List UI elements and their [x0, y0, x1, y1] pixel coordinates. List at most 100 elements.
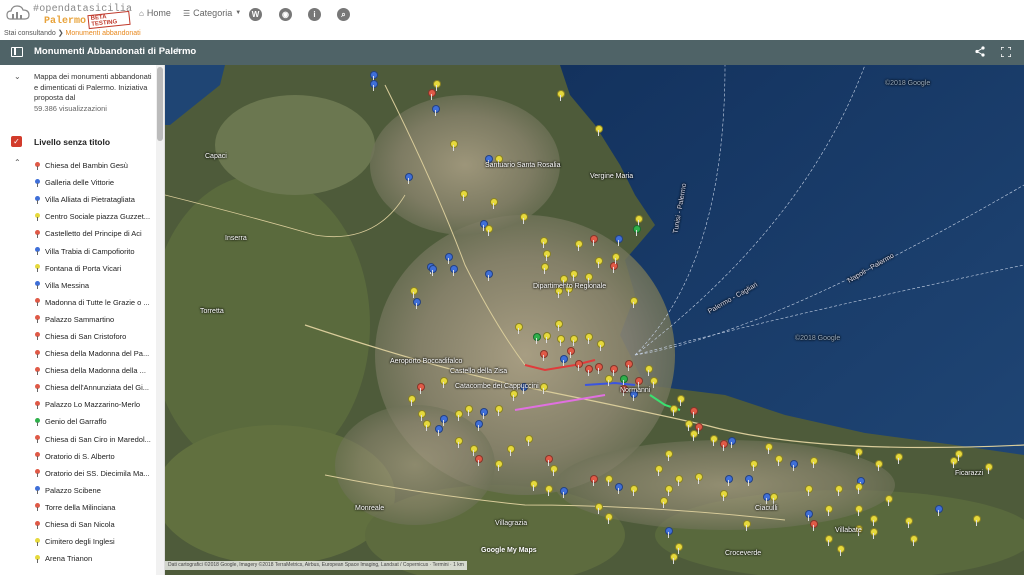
map-marker[interactable]	[485, 270, 493, 281]
map-marker[interactable]	[408, 395, 416, 406]
map-marker[interactable]	[695, 423, 703, 434]
map-marker[interactable]	[685, 420, 693, 431]
map-marker[interactable]	[545, 485, 553, 496]
map-marker[interactable]	[590, 235, 598, 246]
map-marker[interactable]	[445, 253, 453, 264]
legend-list-item[interactable]: Palazzo Sammartino	[35, 311, 155, 328]
map-marker[interactable]	[557, 90, 565, 101]
collapse-description-icon[interactable]: ⌄	[14, 72, 21, 81]
map-marker[interactable]	[595, 503, 603, 514]
map-marker[interactable]	[555, 320, 563, 331]
map-marker[interactable]	[465, 405, 473, 416]
map-marker[interactable]	[870, 515, 878, 526]
nav-categoria[interactable]: ☰ Categoria ▼	[183, 8, 241, 18]
map-marker[interactable]	[743, 520, 751, 531]
map-marker[interactable]	[720, 490, 728, 501]
map-marker[interactable]	[728, 437, 736, 448]
map-marker[interactable]	[835, 485, 843, 496]
map-marker[interactable]	[485, 225, 493, 236]
map-marker[interactable]	[665, 527, 673, 538]
site-logo[interactable]: #opendatasicilia Palermo Hub BETA TESTIN…	[6, 3, 132, 30]
map-marker[interactable]	[710, 435, 718, 446]
map-marker[interactable]	[605, 375, 613, 386]
map-marker[interactable]	[560, 487, 568, 498]
map-marker[interactable]	[650, 377, 658, 388]
wordpress-icon[interactable]: W	[249, 8, 262, 21]
map-marker[interactable]	[875, 460, 883, 471]
map-marker[interactable]	[575, 240, 583, 251]
map-marker[interactable]	[805, 485, 813, 496]
map-attribution[interactable]: Dati cartografici ©2018 Google, Imagery …	[165, 561, 467, 570]
map-marker[interactable]	[540, 237, 548, 248]
nav-home[interactable]: ⌂ Home	[139, 8, 171, 18]
fullscreen-icon[interactable]	[1001, 47, 1011, 57]
legend-list-item[interactable]: Madonna di Tutte le Grazie o ...	[35, 294, 155, 311]
map-marker[interactable]	[725, 475, 733, 486]
map-marker[interactable]	[675, 475, 683, 486]
legend-list-item[interactable]: Arena Trianon	[35, 550, 155, 567]
map-marker[interactable]	[885, 495, 893, 506]
map-marker[interactable]	[825, 535, 833, 546]
map-marker[interactable]	[570, 335, 578, 346]
legend-list-item[interactable]: Palazzo Scibene	[35, 482, 155, 499]
info-icon[interactable]: i	[308, 8, 321, 21]
map-marker[interactable]	[775, 455, 783, 466]
map-marker[interactable]	[475, 420, 483, 431]
map-marker[interactable]	[870, 528, 878, 539]
map-marker[interactable]	[450, 140, 458, 151]
map-marker[interactable]	[495, 460, 503, 471]
map-marker[interactable]	[670, 405, 678, 416]
legend-list-item[interactable]: Cimitero degli Inglesi	[35, 533, 155, 550]
map-marker[interactable]	[615, 483, 623, 494]
map-marker[interactable]	[670, 553, 678, 564]
legend-list-item[interactable]: Chiesa di San Cristoforo	[35, 328, 155, 345]
map-marker[interactable]	[655, 465, 663, 476]
map-marker[interactable]	[570, 270, 578, 281]
map-marker[interactable]	[515, 323, 523, 334]
map-marker[interactable]	[533, 333, 541, 344]
legend-list-item[interactable]: Palazzo Lo Mazzarino-Merlo	[35, 396, 155, 413]
legend-list-item[interactable]: Chiesa dell'Annunziata del Gi...	[35, 379, 155, 396]
legend-list-item[interactable]: Chiesa della Madonna del Pa...	[35, 345, 155, 362]
map-marker[interactable]	[695, 473, 703, 484]
map-marker[interactable]	[935, 505, 943, 516]
map-marker[interactable]	[417, 383, 425, 394]
legend-list-item[interactable]: Villa Trabia di Campofiorito	[35, 242, 155, 259]
legend-list-item[interactable]: Oratorio dei SS. Diecimila Ma...	[35, 465, 155, 482]
map-marker[interactable]	[432, 105, 440, 116]
map-marker[interactable]	[910, 535, 918, 546]
legend-list-item[interactable]: Villa Messina	[35, 277, 155, 294]
map-marker[interactable]	[665, 485, 673, 496]
legend-list-item[interactable]: Oratorio di S. Alberto	[35, 448, 155, 465]
map-marker[interactable]	[837, 545, 845, 556]
map-marker[interactable]	[625, 360, 633, 371]
layer-checkbox[interactable]: ✓	[11, 136, 22, 147]
map-marker[interactable]	[370, 80, 378, 91]
legend-list-item[interactable]: Galleria delle Vittorie	[35, 174, 155, 191]
map-marker[interactable]	[745, 475, 753, 486]
map-marker[interactable]	[810, 457, 818, 468]
collapse-layer-icon[interactable]: ⌃	[14, 158, 21, 167]
map-marker[interactable]	[665, 450, 673, 461]
map-marker[interactable]	[560, 355, 568, 366]
map-marker[interactable]	[428, 89, 436, 100]
map-marker[interactable]	[677, 395, 685, 406]
map-marker[interactable]	[455, 437, 463, 448]
map-marker[interactable]	[540, 383, 548, 394]
github-icon[interactable]: ◉	[279, 8, 292, 21]
map-marker[interactable]	[597, 340, 605, 351]
sidebar-scroll-thumb[interactable]	[157, 67, 163, 141]
map-marker[interactable]	[405, 173, 413, 184]
legend-list-item[interactable]: Chiesa del Bambin Gesù	[35, 157, 155, 174]
map-marker[interactable]	[605, 513, 613, 524]
map-marker[interactable]	[510, 390, 518, 401]
map-marker[interactable]	[605, 475, 613, 486]
map-marker[interactable]	[973, 515, 981, 526]
map-marker[interactable]	[429, 265, 437, 276]
map-marker[interactable]	[895, 453, 903, 464]
map-marker[interactable]	[763, 493, 771, 504]
sidebar-scrollbar[interactable]	[156, 65, 164, 575]
map-marker[interactable]	[450, 265, 458, 276]
map-marker[interactable]	[855, 505, 863, 516]
map-marker[interactable]	[595, 363, 603, 374]
